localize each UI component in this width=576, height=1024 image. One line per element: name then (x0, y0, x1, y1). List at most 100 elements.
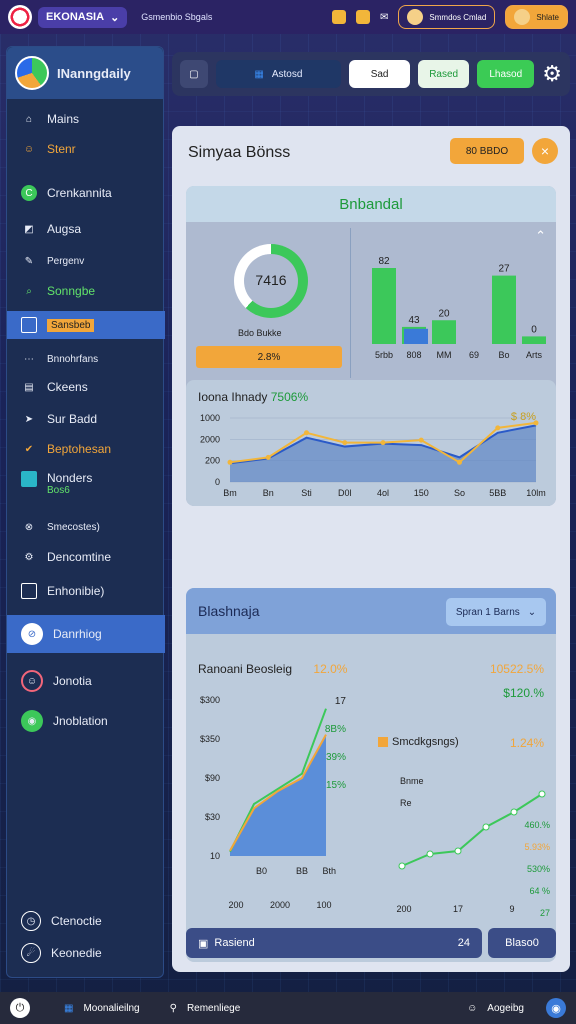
bars-icon (21, 471, 37, 487)
reset-button[interactable]: Rased (418, 60, 470, 88)
y-tick-label: 200 (205, 456, 220, 466)
square-icon (21, 317, 37, 333)
trend-title-text: Ioona Ihnady (198, 390, 268, 404)
sidebar-item-3[interactable]: ◩ Augsa (7, 215, 165, 243)
sidebar-item-18[interactable]: ◉ Jnoblation (7, 707, 165, 735)
sidebar-item-4[interactable]: ✎ Pergenv (7, 247, 165, 275)
notification-icon[interactable] (356, 10, 371, 24)
footer-label: Rasiend (214, 937, 255, 949)
x-tick-label: 2000 (270, 900, 290, 910)
line-point (265, 454, 271, 460)
sidebar-item-0[interactable]: ⌂ Mains (7, 105, 165, 133)
panel-action-button[interactable]: 80 BBDO (450, 138, 524, 164)
sidebar-header[interactable]: INanngdaily (7, 47, 163, 99)
sidebar-item-8[interactable]: ▤ Ckeens (7, 373, 165, 401)
save-button[interactable]: Sad (349, 60, 411, 88)
pencil-icon: ✎ (24, 255, 34, 267)
summary-card: Bnbandal 7416 Bdo Bukke 2.8% ⌃ 5rbb 808 MM… (186, 186, 556, 506)
home-icon: ⌂ (25, 113, 33, 125)
compass-icon: ⊘ (21, 623, 43, 645)
bottom-item-2[interactable]: Remenliege (187, 1003, 240, 1014)
line-point (482, 823, 490, 831)
profile-label: Shlate (536, 12, 559, 22)
profile-icon: ☺ (21, 670, 43, 692)
gear-icon[interactable]: ⚙ (542, 61, 562, 87)
card-footer[interactable]: ▣ Rasiend 24 (186, 928, 482, 958)
brand-dropdown[interactable]: EKONASIA ⌄ (38, 6, 128, 28)
sidebar-item-17[interactable]: ☺ Jonotia (7, 667, 165, 695)
sidebar-item-sublabel: Bos6 (47, 485, 70, 496)
toolbar: ▢ ▦ Astosd Sad Rased Lhasod ⚙ (172, 52, 570, 96)
analysis-pct: 12.0% (313, 662, 348, 676)
donut-caption: Bdo Bukke (238, 328, 282, 338)
x-tick-label: So (454, 488, 465, 498)
sidebar-item-20[interactable]: ☄ Keonedie (7, 939, 165, 967)
check-icon: C (21, 185, 37, 201)
sidebar-item-label: Keonedie (51, 946, 102, 960)
area-label: 39% (326, 752, 346, 763)
bar-chart: 5rbb 808 MM 69 Bo Arts 82 43 20 27 0 (372, 256, 546, 360)
chevron-down-icon: ⌄ (110, 11, 120, 24)
footer-button[interactable]: Blaso0 (488, 928, 556, 958)
view-button-label: Astosd (271, 68, 303, 80)
sidebar-item-1[interactable]: ☺ Stenr (7, 135, 165, 163)
trend-value: 7506% (270, 390, 309, 404)
line-point (454, 847, 462, 855)
bottom-item-1[interactable]: Moonalieilng (83, 1003, 139, 1014)
analysis-subtitle-text: Ranoani Beosleig (198, 662, 293, 676)
account-button[interactable]: Smmdos Cmlad (398, 5, 496, 29)
chart-label: Re (400, 798, 412, 808)
profile-button[interactable]: Shlate (505, 5, 568, 29)
sidebar-item-15[interactable]: Enhonibie) (7, 577, 165, 605)
globe-icon[interactable]: ◉ (546, 998, 566, 1018)
x-tick-label: 4ol (377, 488, 389, 498)
sidebar-item-5[interactable]: ⌕ Sonngbe (7, 277, 165, 305)
location-icon: ⚲ (169, 1002, 177, 1014)
line-point (304, 430, 309, 436)
trend-title: Ioona Ihnady 7506% (198, 390, 308, 404)
clock-icon: ◷ (21, 911, 41, 931)
y-tick-label: 2000 (200, 434, 220, 444)
chart-label: 27 (540, 908, 550, 918)
message-icon[interactable]: ✉ (380, 12, 388, 23)
sidebar-item-label: Jnoblation (53, 714, 108, 728)
load-button[interactable]: Lhasod (477, 60, 535, 88)
close-icon[interactable]: × (532, 138, 558, 164)
area-label: 15% (326, 780, 346, 791)
area-label: 8B% (325, 724, 346, 735)
bar-tick-label: Arts (526, 350, 543, 360)
sidebar-item-19[interactable]: ◷ Ctenoctie (7, 907, 165, 935)
bar-data-label: 27 (498, 264, 510, 275)
power-icon[interactable]: ⏻ (10, 998, 30, 1018)
line-point (495, 425, 501, 431)
calendar-icon[interactable] (332, 10, 347, 24)
sidebar-toggle-button[interactable]: ▢ (180, 60, 208, 88)
y-tick-label: 1000 (200, 413, 220, 423)
sidebar-item-label: Ctenoctie (51, 914, 102, 928)
series-line (401, 793, 543, 867)
sidebar-item-16[interactable]: ⊘ Danrhiog (7, 615, 165, 653)
sidebar-item-2[interactable]: C Crenkannita (7, 179, 165, 207)
sidebar-title: INanngdaily (57, 65, 131, 81)
x-tick-label: 200 (228, 900, 243, 910)
sidebar-item-14[interactable]: ⚙ Dencomtine (7, 543, 165, 571)
range-dropdown[interactable]: Spran 1 Barns ⌄ (446, 598, 546, 626)
bar (372, 268, 396, 344)
sidebar-item-6[interactable]: Sansbeb (7, 311, 165, 339)
table-icon: ▦ (254, 68, 264, 80)
sidebar-item-10[interactable]: ✔ Beptohesan (7, 435, 165, 463)
bottom-item-3[interactable]: Aogeibg (487, 1003, 524, 1014)
legend-label: BB (296, 866, 308, 876)
analysis-subtitle: Ranoani Beosleig 12.0% (198, 662, 347, 676)
x-tick-label: 200 (396, 904, 411, 914)
sidebar-item-9[interactable]: ➤ Sur Badd (7, 405, 165, 433)
area-chart: $300 $350 $90 $30 10 200 2000 100 17 8B% 39% 15% B0 B… (200, 695, 346, 910)
chevron-up-icon[interactable]: ⌃ (535, 228, 546, 244)
sidebar-item-7[interactable]: ⋯ Bnnohrfans (7, 345, 165, 373)
sidebar-item-label: Sur Badd (47, 412, 98, 426)
sidebar-item-11[interactable]: Nonders Bos6 (7, 467, 165, 507)
top-bar: EKONASIA ⌄ Gsmenbio Sbgals ✉ Smmdos Cmla… (0, 0, 576, 34)
sidebar-item-13[interactable]: ⊗ Smecostes) (7, 513, 165, 541)
settings-icon: ⚙ (24, 551, 34, 563)
view-button[interactable]: ▦ Astosd (215, 60, 342, 88)
